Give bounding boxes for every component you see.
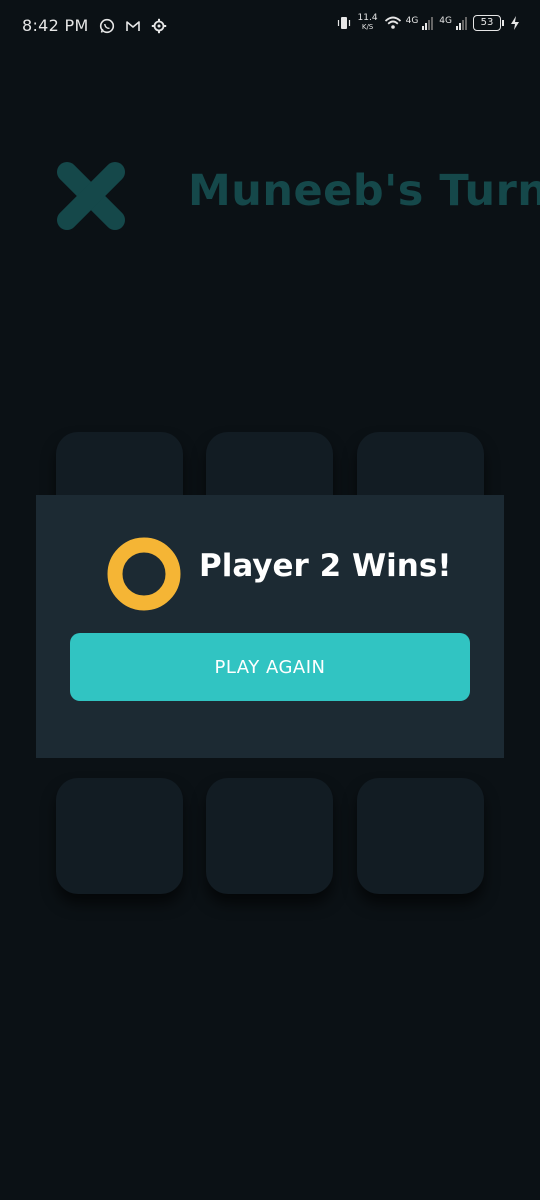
turn-indicator: Muneeb's Turn <box>188 166 540 216</box>
status-left: 8:42 PM <box>22 16 167 35</box>
charging-icon <box>510 15 520 31</box>
net-speed-value: 11.4 <box>357 13 378 23</box>
sim2-network-type: 4G <box>439 16 452 26</box>
result-dialog: Player 2 Wins! PLAY AGAIN <box>36 495 504 758</box>
battery-level: 53 <box>473 15 501 31</box>
sim1-network-type: 4G <box>405 16 419 26</box>
board-cell[interactable] <box>56 778 183 894</box>
signal-icon <box>456 16 467 30</box>
net-speed-unit: K/S <box>361 23 374 31</box>
gmail-icon <box>125 18 141 34</box>
net-speed: 11.4 K/S <box>358 14 378 32</box>
wifi-icon <box>384 15 401 31</box>
board-cell[interactable] <box>206 778 333 894</box>
board-cell[interactable] <box>357 778 484 894</box>
play-again-button[interactable]: PLAY AGAIN <box>70 633 470 701</box>
whatsapp-icon <box>99 18 115 34</box>
settings-icon <box>151 18 167 34</box>
status-bar: 8:42 PM 11.4 K/S 4G 4G 53 <box>0 0 540 56</box>
o-mark-icon <box>106 536 182 612</box>
status-time: 8:42 PM <box>22 16 89 35</box>
battery-icon: 53 <box>473 15 504 31</box>
winner-message: Player 2 Wins! <box>199 548 452 584</box>
vibrate-icon <box>336 15 352 31</box>
status-right: 11.4 K/S 4G 4G 53 <box>336 14 520 32</box>
x-mark-icon <box>55 160 127 232</box>
signal-icon <box>422 16 434 30</box>
